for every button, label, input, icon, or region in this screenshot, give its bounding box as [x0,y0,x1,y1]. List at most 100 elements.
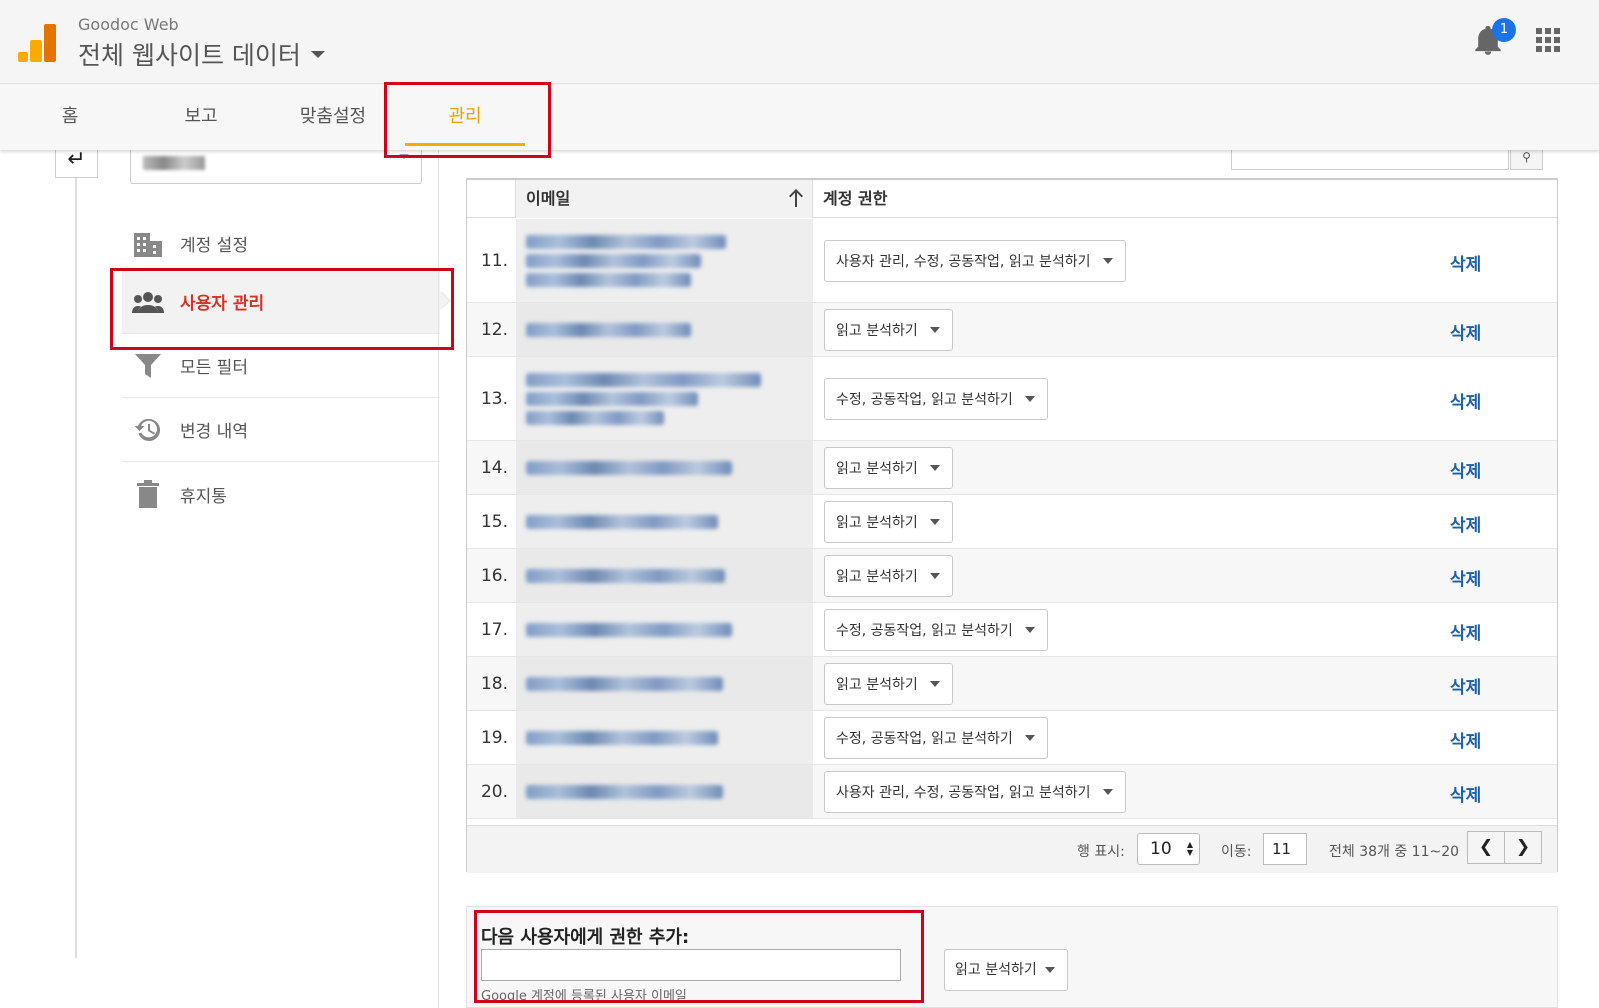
admin-sidebar: ↵ 계정 설정 사용자 관리 모든 필터 변경 내역 휴지통 [0,149,440,1008]
tab-home[interactable]: 홈 [40,84,100,150]
sidebar-item-trash[interactable]: 휴지통 [122,462,440,526]
sidebar-item-all-filters[interactable]: 모든 필터 [122,334,440,398]
permission-select[interactable]: 수정, 공동작업, 읽고 분석하기 [824,609,1048,651]
row-number: 11. [480,250,508,271]
column-header-email[interactable]: 이메일 [516,180,813,218]
account-name: Goodoc Web [78,15,179,34]
permission-select[interactable]: 사용자 관리, 수정, 공동작업, 읽고 분석하기 [824,240,1126,282]
prev-page-button[interactable]: ❮ [1467,831,1505,864]
row-number: 15. [480,511,508,532]
analytics-logo-icon[interactable] [18,24,56,62]
permission-value: 사용자 관리, 수정, 공동작업, 읽고 분석하기 [836,785,1091,801]
blurred-text [526,568,725,583]
add-user-permission-select[interactable]: 읽고 분석하기 [944,949,1068,991]
account-select[interactable] [130,150,422,184]
sidebar-border [438,150,439,1008]
permission-value: 사용자 관리, 수정, 공동작업, 읽고 분석하기 [836,254,1091,270]
table-row: 20. 사용자 관리, 수정, 공동작업, 읽고 분석하기 삭제 [467,765,1557,819]
row-number: 12. [480,319,508,340]
column-email-label: 이메일 [526,189,571,208]
blurred-text [526,622,732,637]
permission-select[interactable]: 수정, 공동작업, 읽고 분석하기 [824,378,1048,420]
next-page-button[interactable]: ❯ [1504,831,1542,864]
sidebar-item-label: 모든 필터 [180,358,248,378]
table-row: 13. 수정, 공동작업, 읽고 분석하기 삭제 [467,357,1557,441]
back-button[interactable]: ↵ [55,149,98,178]
blurred-text [526,410,664,425]
permission-value: 읽고 분석하기 [836,677,918,693]
permission-select[interactable]: 사용자 관리, 수정, 공동작업, 읽고 분석하기 [824,771,1126,813]
tab-admin[interactable]: 관리 [405,84,525,150]
delete-user-link[interactable]: 삭제 [1450,619,1481,644]
search-icon[interactable]: ⚲ [1510,150,1543,170]
row-number: 19. [480,727,508,748]
delete-user-link[interactable]: 삭제 [1450,250,1481,275]
chevron-down-icon [1045,967,1055,973]
delete-user-link[interactable]: 삭제 [1450,673,1481,698]
row-number: 20. [480,781,508,802]
user-search-input[interactable] [1231,150,1509,170]
chevron-down-icon [929,573,940,579]
apps-grid-icon[interactable] [1536,28,1560,52]
sidebar-item-label: 변경 내역 [180,422,248,442]
chevron-down-icon [1024,396,1035,402]
filter-icon [132,352,164,380]
chevron-down-icon [399,154,409,159]
row-number: 16. [480,565,508,586]
permission-select[interactable]: 읽고 분석하기 [824,663,953,705]
tab-reports[interactable]: 보고 [166,84,236,150]
redacted-email [516,603,813,656]
permission-value: 읽고 분석하기 [836,323,918,339]
row-number: 13. [480,388,508,409]
blurred-text [526,460,732,475]
permission-select[interactable]: 읽고 분석하기 [824,555,953,597]
redacted-email [516,765,813,818]
sidebar-divider [75,178,77,958]
add-user-permission-value: 읽고 분석하기 [955,962,1037,978]
sidebar-item-change-history[interactable]: 변경 내역 [122,398,440,462]
chevron-down-icon [929,681,940,687]
trash-icon [132,480,164,508]
permission-select[interactable]: 읽고 분석하기 [824,309,953,351]
delete-user-link[interactable]: 삭제 [1450,781,1481,806]
redacted-email [516,549,813,602]
chevron-down-icon [1102,789,1113,795]
permission-select[interactable]: 수정, 공동작업, 읽고 분석하기 [824,717,1048,759]
spinner-arrows-icon: ▲ ▼ [1186,840,1193,857]
row-number: 18. [480,673,508,694]
sidebar-item-label: 사용자 관리 [180,294,265,314]
blurred-text [526,253,701,268]
tab-customization[interactable]: 맞춤설정 [288,84,378,150]
pagination-range: 전체 38개 중 11~20 [1329,844,1460,860]
chevron-down-icon [1024,627,1035,633]
sidebar-item-user-management[interactable]: 사용자 관리 [122,270,440,334]
notification-badge[interactable]: 1 [1492,18,1516,42]
redacted-email [516,303,813,356]
goto-page-input[interactable] [1263,833,1307,865]
permission-value: 읽고 분석하기 [836,569,918,585]
delete-user-link[interactable]: 삭제 [1450,457,1481,482]
delete-user-link[interactable]: 삭제 [1450,388,1481,413]
blurred-text [526,272,691,287]
table-row: 14. 읽고 분석하기 삭제 [467,441,1557,495]
add-user-email-input[interactable] [481,949,901,981]
chevron-down-icon [929,465,940,471]
app-header: Goodoc Web 전체 웹사이트 데이터 1 [0,0,1599,84]
sort-up-arrow-icon [789,189,803,207]
delete-user-link[interactable]: 삭제 [1450,319,1481,344]
history-icon [132,416,164,444]
permission-select[interactable]: 읽고 분석하기 [824,447,953,489]
property-selector[interactable]: 전체 웹사이트 데이터 [78,36,325,72]
delete-user-link[interactable]: 삭제 [1450,565,1481,590]
main-nav: 홈 보고 맞춤설정 관리 [0,84,1599,150]
permission-select[interactable]: 읽고 분석하기 [824,501,953,543]
sidebar-item-account-settings[interactable]: 계정 설정 [122,212,440,276]
rows-per-page-select[interactable]: 10 ▲ ▼ [1137,833,1200,865]
table-row: 11. 사용자 관리, 수정, 공동작업, 읽고 분석하기 삭제 [467,219,1557,303]
delete-user-link[interactable]: 삭제 [1450,727,1481,752]
permission-value: 읽고 분석하기 [836,461,918,477]
permission-value: 읽고 분석하기 [836,515,918,531]
redacted-email [516,219,813,302]
delete-user-link[interactable]: 삭제 [1450,511,1481,536]
chevron-down-icon [1024,735,1035,741]
